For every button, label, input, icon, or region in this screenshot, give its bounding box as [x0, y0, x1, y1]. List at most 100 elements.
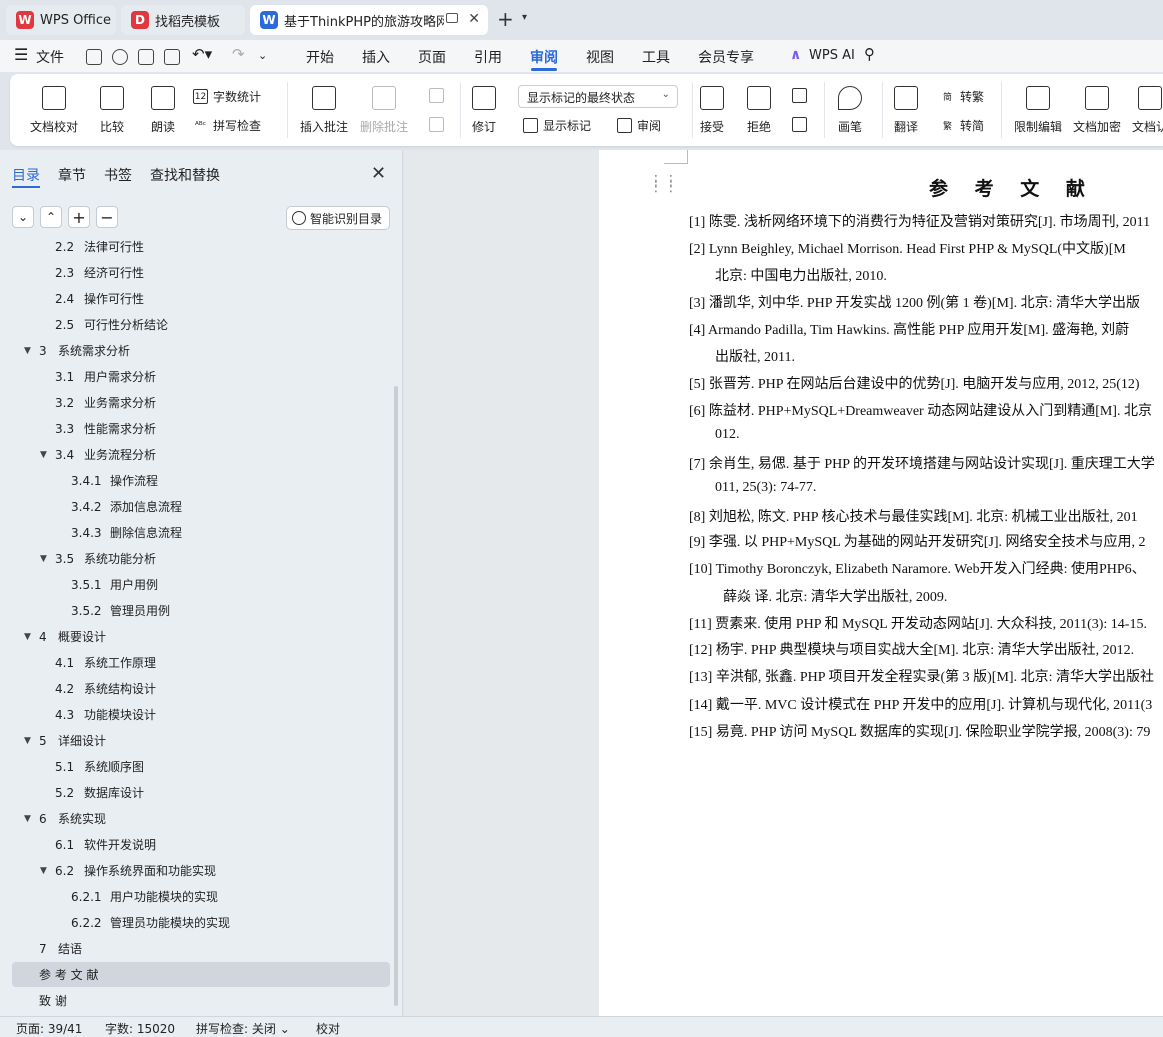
- menu-review[interactable]: 审阅: [530, 47, 558, 67]
- tab-bookmarks[interactable]: 书签: [104, 165, 132, 185]
- word-count[interactable]: 字数: 15020: [105, 1020, 175, 1037]
- toc-item[interactable]: ▼ 6.2 操作系统界面和功能实现: [12, 858, 390, 883]
- insert-comment-button[interactable]: 插入批注: [300, 86, 348, 135]
- toc-item[interactable]: 2.4 操作可行性: [12, 286, 390, 311]
- chevron-down-icon[interactable]: ▾: [522, 12, 527, 23]
- toc-item[interactable]: 3.4.2 添加信息流程: [12, 494, 390, 519]
- undo-icon[interactable]: ↶▾: [192, 45, 212, 63]
- review-pane-button[interactable]: 审阅: [617, 117, 661, 134]
- prev-change-button[interactable]: [792, 88, 812, 103]
- doc-auth-button[interactable]: 文档认: [1132, 86, 1163, 135]
- toc-item[interactable]: 3.4.3 删除信息流程: [12, 520, 390, 545]
- file-menu[interactable]: 文件: [36, 47, 64, 67]
- screen-icon[interactable]: [446, 13, 458, 23]
- toc-item[interactable]: 3.4.1 操作流程: [12, 468, 390, 493]
- toc-item[interactable]: 3.1 用户需求分析: [12, 364, 390, 389]
- tab-find-replace[interactable]: 查找和替换: [150, 165, 220, 185]
- menu-view[interactable]: 视图: [586, 47, 614, 67]
- toc-item[interactable]: 3.2 业务需求分析: [12, 390, 390, 415]
- toc-item[interactable]: 致 谢: [12, 988, 390, 1012]
- menu-insert[interactable]: 插入: [362, 47, 390, 67]
- share-icon[interactable]: [112, 49, 128, 65]
- to-traditional-button[interactable]: 简 转繁: [940, 88, 984, 105]
- new-tab-button[interactable]: +: [497, 8, 514, 30]
- toc-item[interactable]: 4.3 功能模块设计: [12, 702, 390, 727]
- toc-item[interactable]: 3.5.2 管理员用例: [12, 598, 390, 623]
- smart-toc-button[interactable]: 智能识别目录: [286, 206, 390, 230]
- toc-item[interactable]: 2.3 经济可行性: [12, 260, 390, 285]
- tab-document[interactable]: W 基于ThinkPHP的旅游攻略网站 ✕: [250, 5, 488, 35]
- tab-toc[interactable]: 目录: [12, 165, 40, 185]
- close-icon[interactable]: ✕: [468, 11, 480, 27]
- search-icon[interactable]: ⚲: [864, 45, 875, 63]
- restrict-edit-button[interactable]: 限制编辑: [1014, 86, 1062, 135]
- toc-item[interactable]: 3.5.1 用户用例: [12, 572, 390, 597]
- accept-button[interactable]: 接受: [700, 86, 724, 135]
- spell-check-button[interactable]: ᴬᴮᶜ 拼写检查: [193, 117, 261, 134]
- expand-arrow-icon[interactable]: ▼: [24, 736, 36, 746]
- toc-item[interactable]: 4.2 系统结构设计: [12, 676, 390, 701]
- page-count[interactable]: 页面: 39/41: [16, 1020, 82, 1037]
- add-heading-button[interactable]: +: [68, 206, 90, 228]
- toc-item[interactable]: ▼ 5 详细设计: [12, 728, 390, 753]
- toc-item[interactable]: 3.3 性能需求分析: [12, 416, 390, 441]
- toc-item[interactable]: 5.2 数据库设计: [12, 780, 390, 805]
- toc-item[interactable]: 参 考 文 献: [12, 962, 390, 987]
- expand-arrow-icon[interactable]: ▼: [24, 632, 36, 642]
- toc-item[interactable]: 6.1 软件开发说明: [12, 832, 390, 857]
- toc-item[interactable]: ▼ 4 概要设计: [12, 624, 390, 649]
- toc-item[interactable]: 6.2.2 管理员功能模块的实现: [12, 910, 390, 935]
- expand-arrow-icon[interactable]: ▼: [40, 554, 52, 564]
- doc-encrypt-button[interactable]: 文档加密: [1073, 86, 1121, 135]
- document-page[interactable]: ⋮⋮ ⋮⋮ 参 考 文 献 [1] 陈雯. 浅析网络环境下的消费行为特征及营销对策…: [599, 150, 1163, 1016]
- toc-item[interactable]: 2.5 可行性分析结论: [12, 312, 390, 337]
- to-simplified-button[interactable]: 繁 转简: [940, 117, 984, 134]
- ink-button[interactable]: 画笔: [838, 86, 862, 135]
- next-comment-button[interactable]: [429, 117, 449, 132]
- menu-member[interactable]: 会员专享: [698, 47, 754, 67]
- toc-item[interactable]: 6.2.1 用户功能模块的实现: [12, 884, 390, 909]
- remove-heading-button[interactable]: −: [96, 206, 118, 228]
- print-icon[interactable]: [138, 49, 154, 65]
- expand-arrow-icon[interactable]: ▼: [24, 814, 36, 824]
- menu-reference[interactable]: 引用: [474, 47, 502, 67]
- toc-item[interactable]: ▼ 3.5 系统功能分析: [12, 546, 390, 571]
- read-aloud-button[interactable]: 朗读: [151, 86, 175, 135]
- toc-item[interactable]: ▼ 6 系统实现: [12, 806, 390, 831]
- wps-ai-button[interactable]: WPS AI: [809, 48, 855, 63]
- spell-check-status[interactable]: 拼写检查: 关闭 ⌄: [196, 1020, 290, 1037]
- menu-page[interactable]: 页面: [418, 47, 446, 67]
- prev-comment-button[interactable]: [429, 88, 449, 103]
- print-preview-icon[interactable]: [164, 49, 180, 65]
- menu-tools[interactable]: 工具: [642, 47, 670, 67]
- expand-arrow-icon[interactable]: ▼: [40, 450, 52, 460]
- tab-chapters[interactable]: 章节: [58, 165, 86, 185]
- toc-item[interactable]: 7 结语: [12, 936, 390, 961]
- compare-button[interactable]: 比较: [100, 86, 124, 135]
- show-markup-button[interactable]: 显示标记: [523, 117, 591, 134]
- chevron-down-icon[interactable]: ⌄: [258, 49, 267, 62]
- collapse-up-button[interactable]: ⌃: [40, 206, 62, 228]
- nav-scrollbar[interactable]: [394, 386, 398, 1006]
- revise-button[interactable]: 修订: [472, 86, 496, 135]
- expand-arrow-icon[interactable]: ▼: [24, 346, 36, 356]
- proof-status[interactable]: 校对: [316, 1020, 340, 1037]
- translate-button[interactable]: 翻译: [894, 86, 918, 135]
- toc-item[interactable]: ▼ 3.4 业务流程分析: [12, 442, 390, 467]
- menu-start[interactable]: 开始: [306, 47, 334, 67]
- next-change-button[interactable]: [792, 117, 812, 132]
- toc-item[interactable]: 4.1 系统工作原理: [12, 650, 390, 675]
- drag-handle-icon[interactable]: ⋮⋮ ⋮⋮: [649, 174, 679, 194]
- doc-check-button[interactable]: 文档校对: [30, 86, 78, 135]
- expand-arrow-icon[interactable]: ▼: [40, 866, 52, 876]
- delete-comment-button[interactable]: 删除批注: [360, 86, 408, 135]
- close-icon[interactable]: ✕: [371, 163, 386, 184]
- hamburger-icon[interactable]: ☰: [14, 45, 28, 64]
- tab-docer-templates[interactable]: D 找稻壳模板: [121, 5, 245, 35]
- toc-item[interactable]: 2.2 法律可行性: [12, 236, 390, 259]
- tab-wps-office[interactable]: W WPS Office: [6, 5, 116, 35]
- save-icon[interactable]: [86, 49, 102, 65]
- toc-item[interactable]: ▼ 3 系统需求分析: [12, 338, 390, 363]
- word-count-button[interactable]: 12 字数统计: [193, 88, 261, 105]
- markup-state-select[interactable]: 显示标记的最终状态 ⌄: [518, 85, 678, 108]
